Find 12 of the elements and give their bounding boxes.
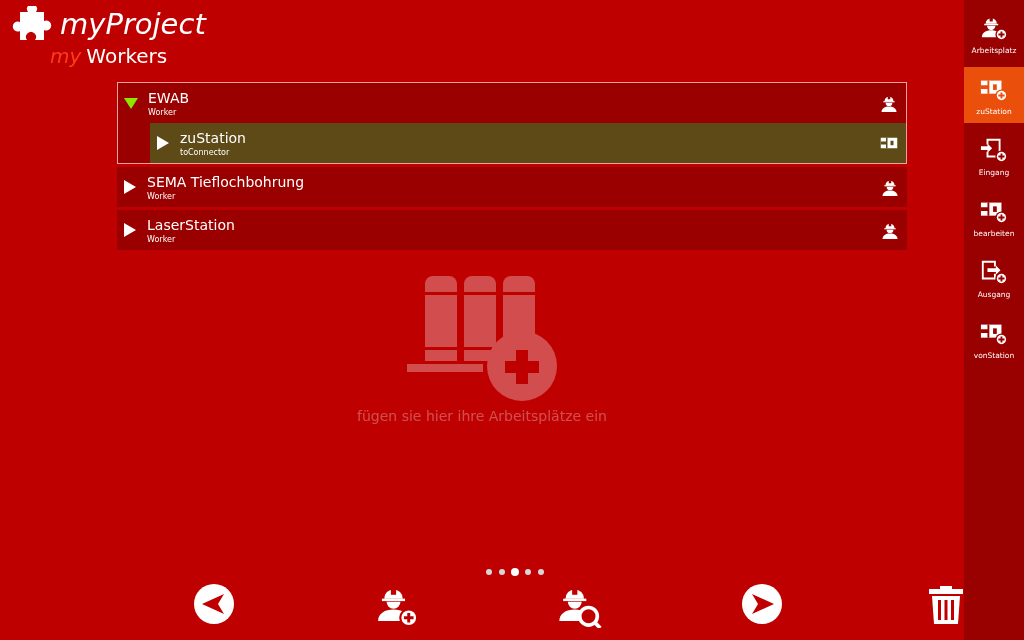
item-type: Worker — [147, 190, 177, 202]
app-title: myProject — [60, 6, 206, 43]
item-label: LaserStation — [147, 215, 236, 234]
empty-hint: fügen sie hier ihre Arbeitsplätze ein — [357, 408, 607, 424]
tree-item[interactable]: zuStation toConnector — [150, 123, 906, 163]
page-title: my Workers — [50, 44, 169, 68]
item-label: SEMA Tieflochbohrung — [147, 172, 306, 191]
item-type: toConnector — [180, 146, 231, 158]
item-label: EWAB — [148, 88, 191, 107]
item-type: Worker — [147, 233, 177, 245]
item-label: zuStation — [180, 128, 247, 147]
item-type: Worker — [148, 106, 178, 118]
